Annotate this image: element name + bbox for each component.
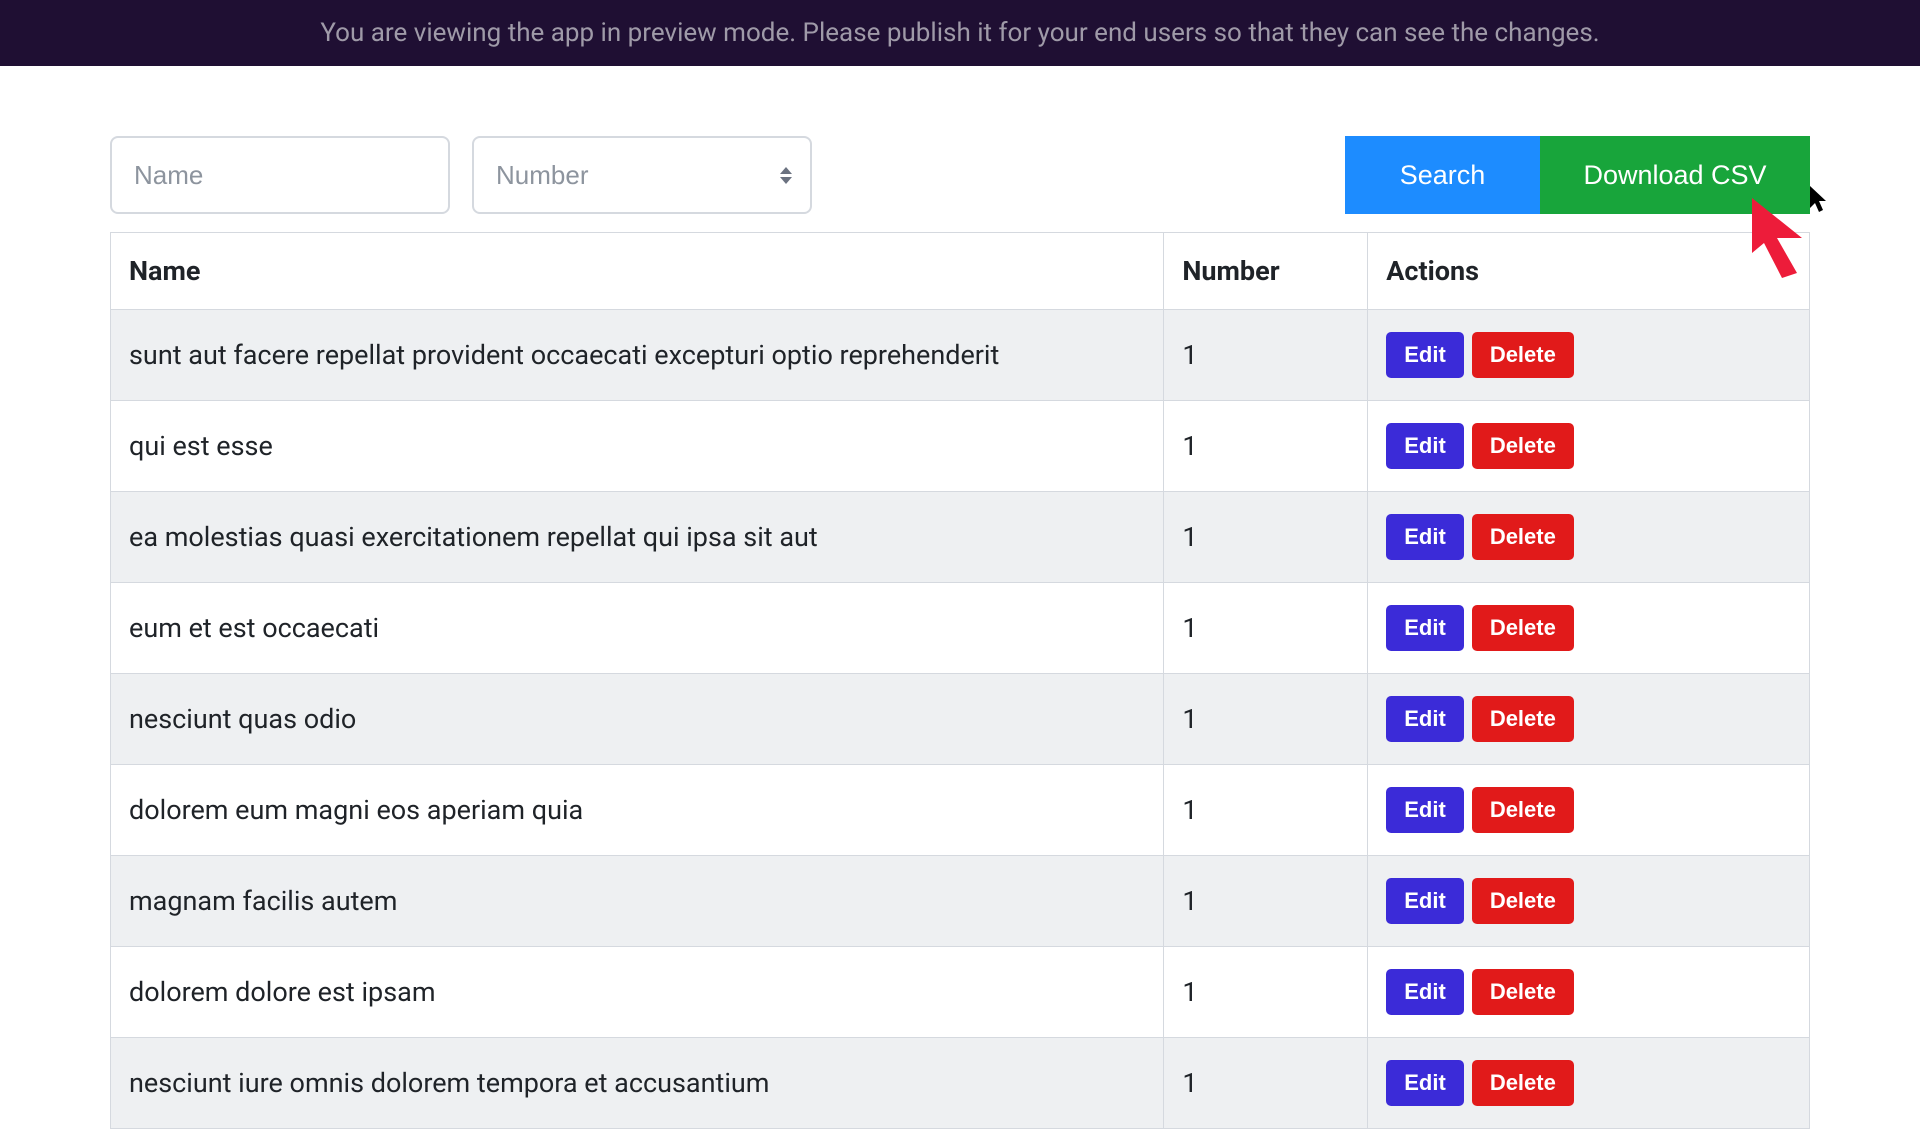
delete-button[interactable]: Delete	[1472, 696, 1574, 742]
cell-actions: EditDelete	[1368, 1038, 1810, 1129]
cell-number: 1	[1164, 674, 1368, 765]
col-header-name: Name	[111, 233, 1164, 310]
edit-button[interactable]: Edit	[1386, 514, 1464, 560]
cell-actions: EditDelete	[1368, 674, 1810, 765]
cell-name: ea molestias quasi exercitationem repell…	[111, 492, 1164, 583]
number-input-wrapper	[472, 136, 812, 214]
delete-button[interactable]: Delete	[1472, 423, 1574, 469]
table-row: magnam facilis autem1EditDelete	[111, 856, 1810, 947]
delete-button[interactable]: Delete	[1472, 514, 1574, 560]
cell-number: 1	[1164, 401, 1368, 492]
edit-button[interactable]: Edit	[1386, 969, 1464, 1015]
toolbar: Search Download CSV	[110, 136, 1810, 214]
download-csv-button[interactable]: Download CSV	[1540, 136, 1810, 214]
edit-button[interactable]: Edit	[1386, 787, 1464, 833]
cell-name: nesciunt iure omnis dolorem tempora et a…	[111, 1038, 1164, 1129]
name-input[interactable]	[110, 136, 450, 214]
edit-button[interactable]: Edit	[1386, 423, 1464, 469]
cell-number: 1	[1164, 492, 1368, 583]
table-row: sunt aut facere repellat provident occae…	[111, 310, 1810, 401]
cell-actions: EditDelete	[1368, 583, 1810, 674]
delete-button[interactable]: Delete	[1472, 332, 1574, 378]
cell-number: 1	[1164, 583, 1368, 674]
table-header-row: Name Number Actions	[111, 233, 1810, 310]
cell-number: 1	[1164, 1038, 1368, 1129]
table-row: nesciunt iure omnis dolorem tempora et a…	[111, 1038, 1810, 1129]
cell-name: sunt aut facere repellat provident occae…	[111, 310, 1164, 401]
cell-number: 1	[1164, 765, 1368, 856]
table-row: ea molestias quasi exercitationem repell…	[111, 492, 1810, 583]
cell-number: 1	[1164, 310, 1368, 401]
col-header-number: Number	[1164, 233, 1368, 310]
number-input[interactable]	[472, 136, 812, 214]
cell-number: 1	[1164, 947, 1368, 1038]
delete-button[interactable]: Delete	[1472, 605, 1574, 651]
filters	[110, 136, 812, 214]
delete-button[interactable]: Delete	[1472, 1060, 1574, 1106]
cell-actions: EditDelete	[1368, 765, 1810, 856]
cell-name: dolorem eum magni eos aperiam quia	[111, 765, 1164, 856]
table-row: dolorem dolore est ipsam1EditDelete	[111, 947, 1810, 1038]
chevron-up-icon	[780, 167, 792, 174]
data-table: Name Number Actions sunt aut facere repe…	[110, 232, 1810, 1129]
cell-name: magnam facilis autem	[111, 856, 1164, 947]
cell-name: dolorem dolore est ipsam	[111, 947, 1164, 1038]
delete-button[interactable]: Delete	[1472, 969, 1574, 1015]
search-button[interactable]: Search	[1345, 136, 1540, 214]
cell-name: eum et est occaecati	[111, 583, 1164, 674]
action-buttons: Search Download CSV	[1345, 136, 1810, 214]
col-header-actions: Actions	[1368, 233, 1810, 310]
delete-button[interactable]: Delete	[1472, 787, 1574, 833]
edit-button[interactable]: Edit	[1386, 696, 1464, 742]
chevron-down-icon	[780, 177, 792, 184]
number-stepper-icon[interactable]	[774, 158, 798, 192]
table-row: nesciunt quas odio1EditDelete	[111, 674, 1810, 765]
edit-button[interactable]: Edit	[1386, 878, 1464, 924]
cell-actions: EditDelete	[1368, 401, 1810, 492]
preview-mode-banner: You are viewing the app in preview mode.…	[0, 0, 1920, 66]
edit-button[interactable]: Edit	[1386, 1060, 1464, 1106]
delete-button[interactable]: Delete	[1472, 878, 1574, 924]
cell-actions: EditDelete	[1368, 947, 1810, 1038]
table-row: dolorem eum magni eos aperiam quia1EditD…	[111, 765, 1810, 856]
cursor-icon	[1810, 186, 1830, 221]
banner-text: You are viewing the app in preview mode.…	[320, 18, 1599, 48]
cell-actions: EditDelete	[1368, 856, 1810, 947]
cell-name: nesciunt quas odio	[111, 674, 1164, 765]
edit-button[interactable]: Edit	[1386, 332, 1464, 378]
cell-actions: EditDelete	[1368, 492, 1810, 583]
table-row: eum et est occaecati1EditDelete	[111, 583, 1810, 674]
main-container: Search Download CSV Name Number Actions …	[110, 136, 1810, 1129]
edit-button[interactable]: Edit	[1386, 605, 1464, 651]
cell-actions: EditDelete	[1368, 310, 1810, 401]
table-row: qui est esse1EditDelete	[111, 401, 1810, 492]
cell-name: qui est esse	[111, 401, 1164, 492]
cell-number: 1	[1164, 856, 1368, 947]
